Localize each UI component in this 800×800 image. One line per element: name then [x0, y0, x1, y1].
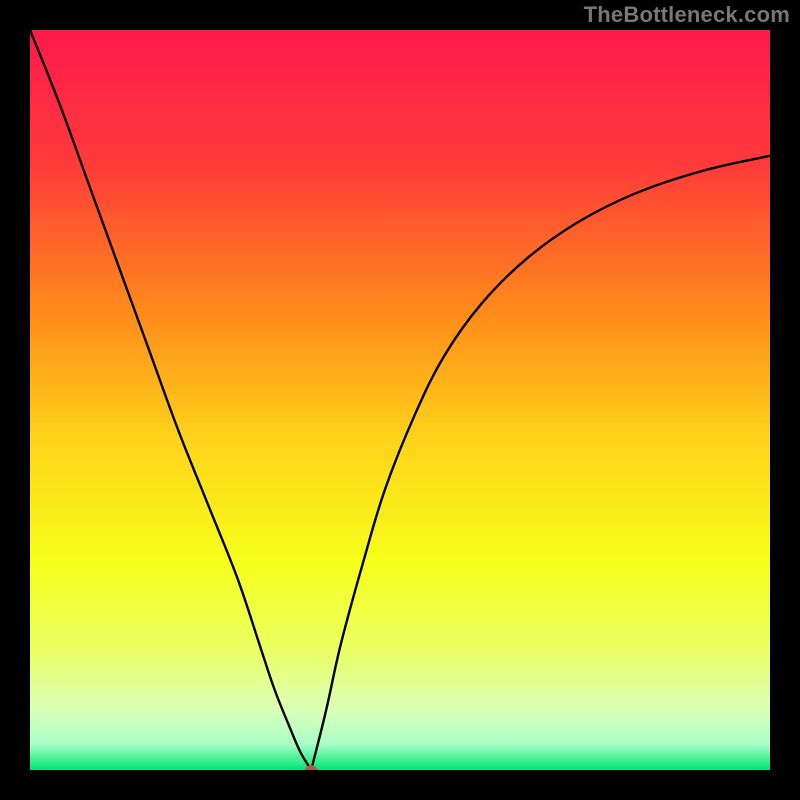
- watermark-text: TheBottleneck.com: [584, 2, 790, 28]
- chart-container: TheBottleneck.com: [0, 0, 800, 800]
- gradient-background: [30, 30, 770, 770]
- bottleneck-chart: [30, 30, 770, 770]
